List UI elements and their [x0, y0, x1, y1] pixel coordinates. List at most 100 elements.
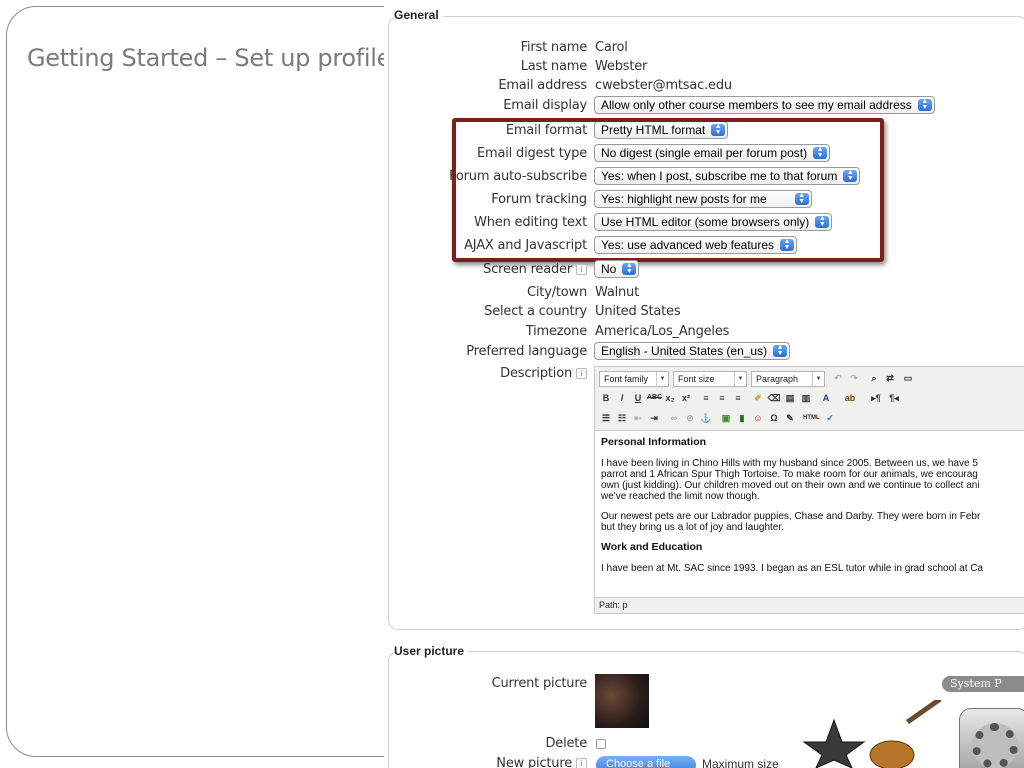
gear-icon: [959, 708, 1024, 768]
select-row-language: Preferred language English - United Stat…: [384, 342, 1024, 362]
rtl-icon[interactable]: ¶◂: [887, 391, 901, 405]
paragraph-label: Paragraph: [756, 374, 799, 384]
delete-label: Delete: [545, 736, 587, 751]
font-family-select[interactable]: Font family ▼: [599, 371, 669, 387]
content-line: but they bring us a lot of joy and laugh…: [601, 522, 784, 533]
help-icon[interactable]: i: [576, 758, 587, 768]
underline-icon[interactable]: U: [631, 391, 645, 405]
select-row-email-display: Email display Allow only other course me…: [384, 96, 1024, 116]
indent-icon[interactable]: ⇥: [647, 411, 661, 425]
text-color-icon[interactable]: A: [819, 391, 833, 405]
field-label: Last name: [520, 59, 587, 74]
editor-content[interactable]: Personal Information I have been living …: [601, 437, 1024, 583]
media-icon[interactable]: ▮: [735, 411, 749, 425]
field-label: City/town: [527, 285, 587, 300]
field-value: United States: [595, 304, 681, 319]
cleanup-icon[interactable]: ✐: [751, 391, 765, 405]
profile-picture: [595, 674, 649, 728]
screen-reader-select[interactable]: No ▲ ▼: [594, 260, 640, 278]
current-picture-row: Current picture: [384, 676, 1024, 694]
field-timezone: Timezone America/Los_Angeles: [384, 324, 1024, 342]
paragraph-select[interactable]: Paragraph ▼: [751, 371, 825, 387]
select-row-screen-reader: Screen reader i No ▲ ▼: [384, 260, 1024, 280]
subscript-icon[interactable]: x₂: [663, 391, 677, 405]
new-picture-label-with-help: New picture i: [496, 756, 587, 768]
replace-icon[interactable]: ⇄: [883, 371, 897, 385]
description-editor[interactable]: Font family ▼ Font size ▼ Paragraph ▼ ↶ ↷ ⌕…: [594, 366, 1024, 614]
delete-checkbox[interactable]: [596, 739, 606, 749]
field-value: Webster: [595, 59, 648, 74]
font-size-label: Font size: [678, 374, 715, 384]
align-left-icon[interactable]: ≡: [699, 391, 713, 405]
font-family-label: Font family: [604, 374, 649, 384]
content-line: we've reached the limit now though.: [601, 491, 760, 502]
select-label-with-help: Screen reader i: [483, 262, 587, 277]
html-source-icon[interactable]: HTML: [803, 411, 820, 425]
content-heading: Work and Education: [601, 542, 703, 553]
eraser-icon[interactable]: ⌫: [767, 391, 781, 405]
align-right-icon[interactable]: ≡: [731, 391, 745, 405]
field-label: Timezone: [525, 324, 587, 339]
undo-icon[interactable]: ↶: [831, 371, 845, 385]
anchor-icon[interactable]: ⚓: [699, 411, 713, 425]
editor-path-bar: Path: p: [595, 597, 1024, 613]
special-char-icon[interactable]: Ω: [767, 411, 781, 425]
outdent-icon[interactable]: ⇤: [631, 411, 645, 425]
fullscreen-icon[interactable]: ▭: [901, 371, 915, 385]
content-line: Our newest pets are our Labrador puppies…: [601, 511, 981, 522]
find-icon[interactable]: ⌕: [867, 371, 881, 385]
user-picture-legend: User picture: [394, 644, 469, 658]
spellcheck-icon[interactable]: ✓: [823, 411, 837, 425]
select-label: Preferred language: [466, 344, 587, 359]
decorative-star-guitar-icon: [802, 700, 942, 768]
content-line: I have been living in Chino Hills with m…: [601, 458, 978, 469]
chevron-updown-icon: ▲ ▼: [917, 98, 932, 111]
align-center-icon[interactable]: ≡: [715, 391, 729, 405]
select-label: Email display: [503, 98, 587, 113]
choose-file-button[interactable]: Choose a file: [596, 756, 696, 768]
field-country: Select a country United States: [384, 304, 1024, 322]
field-value: cwebster@mtsac.edu: [595, 78, 732, 93]
field-city: City/town Walnut: [384, 285, 1024, 303]
select-value: Allow only other course members to see m…: [601, 98, 912, 112]
general-legend: General: [394, 8, 443, 22]
field-value: Carol: [595, 40, 628, 55]
editor-toolbar: Font family ▼ Font size ▼ Paragraph ▼ ↶ ↷ ⌕…: [595, 367, 1024, 431]
help-icon[interactable]: i: [576, 368, 587, 379]
bold-icon[interactable]: B: [599, 391, 613, 405]
numbered-list-icon[interactable]: ☷: [615, 411, 629, 425]
field-label: Select a country: [484, 304, 587, 319]
description-label: Description: [500, 366, 572, 381]
bullet-list-icon[interactable]: ☰: [599, 411, 613, 425]
max-size-label: Maximum size: [702, 757, 779, 768]
paste-word-icon[interactable]: ▥: [799, 391, 813, 405]
field-first-name: First name Carol: [384, 40, 1024, 58]
highlight-box: [452, 118, 884, 262]
image-icon[interactable]: ▣: [719, 411, 733, 425]
italic-icon[interactable]: I: [615, 391, 629, 405]
language-select[interactable]: English - United States (en_us) ▲ ▼: [594, 342, 791, 360]
select-value: English - United States (en_us): [601, 344, 768, 358]
font-size-select[interactable]: Font size ▼: [673, 371, 747, 387]
link-icon[interactable]: ∞: [667, 411, 681, 425]
paste-text-icon[interactable]: ▤: [783, 391, 797, 405]
chevron-down-icon: ▼: [812, 372, 824, 386]
help-icon[interactable]: i: [576, 264, 587, 275]
highlight-color-icon[interactable]: ab: [843, 391, 857, 405]
redo-icon[interactable]: ↷: [847, 371, 861, 385]
select-value: No: [601, 262, 617, 276]
superscript-icon[interactable]: x²: [679, 391, 693, 405]
edit-icon[interactable]: ✎: [783, 411, 797, 425]
strikethrough-icon[interactable]: ABC: [647, 391, 662, 405]
chevron-down-icon: ▼: [656, 372, 668, 386]
content-line: parrot and 1 African Spur Thigh Tortoise…: [601, 469, 978, 480]
gear-icon-cog: [972, 723, 1018, 768]
field-value: Walnut: [595, 285, 639, 300]
emoticon-icon[interactable]: ☺: [751, 411, 765, 425]
select-label: Screen reader: [483, 262, 572, 277]
field-email-address: Email address cwebster@mtsac.edu: [384, 78, 1024, 96]
email-display-select[interactable]: Allow only other course members to see m…: [594, 96, 935, 114]
field-label: Email address: [498, 78, 587, 93]
ltr-icon[interactable]: ▸¶: [869, 391, 883, 405]
unlink-icon[interactable]: ⊘: [683, 411, 697, 425]
